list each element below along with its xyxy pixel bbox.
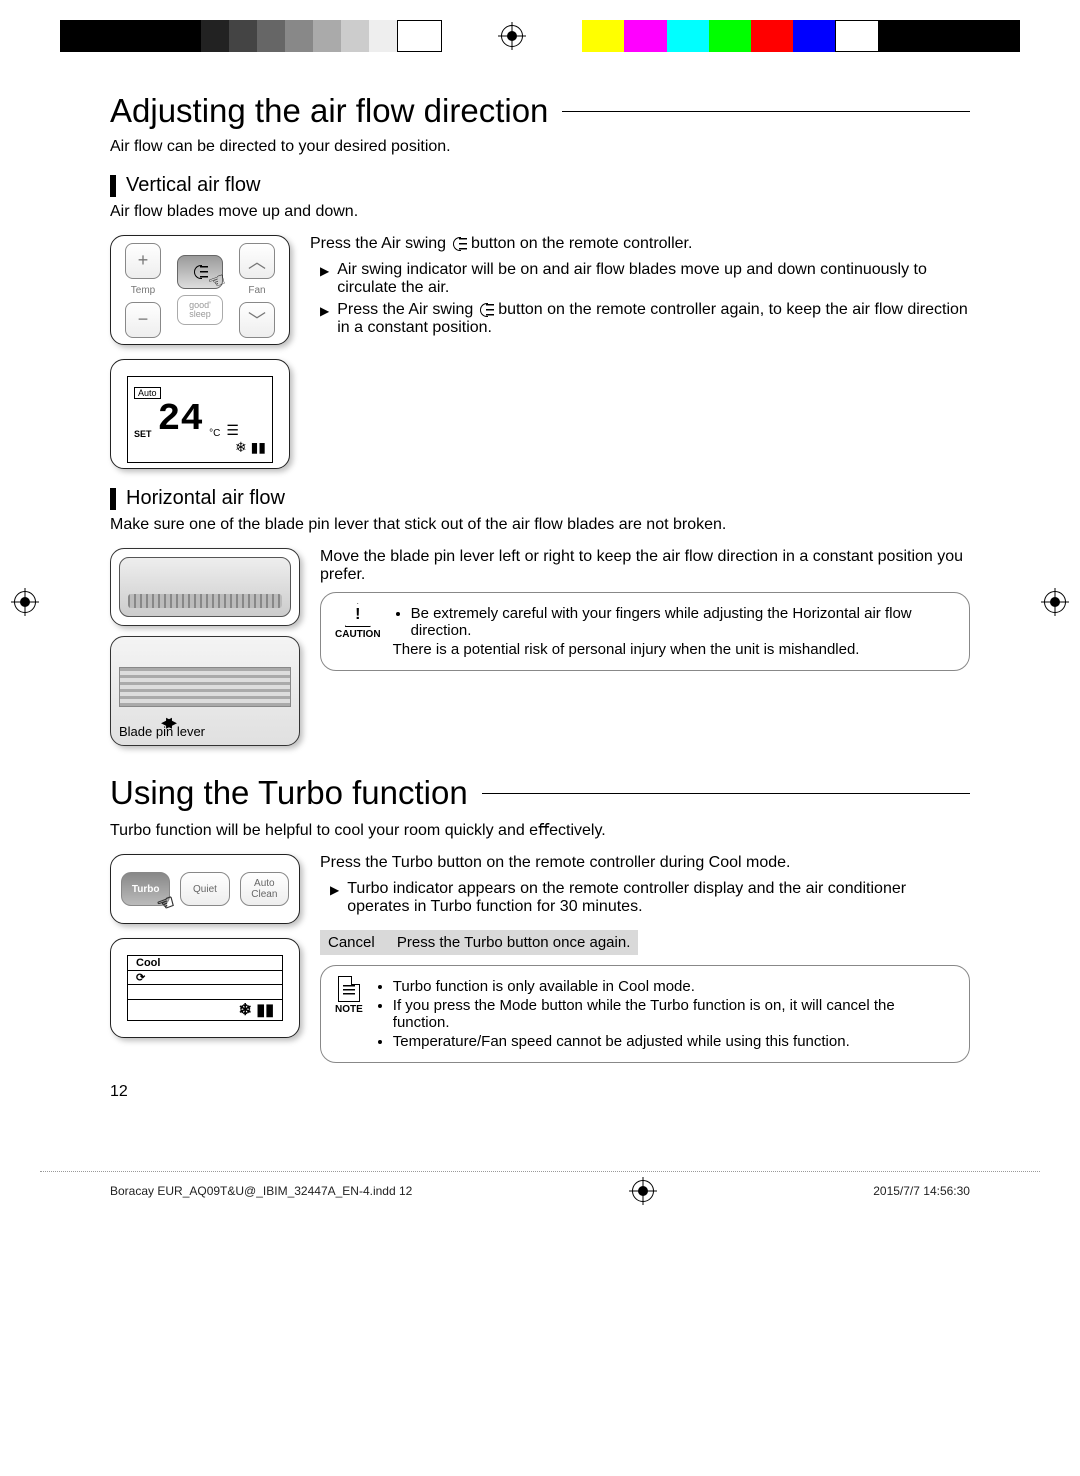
temp-up-button[interactable]: +	[125, 243, 161, 279]
triangle-bullet-icon: ▶	[330, 880, 339, 916]
registration-mark-left-icon	[14, 591, 36, 613]
footer-date: 2015/7/7 14:56:30	[873, 1184, 970, 1198]
lcd-temp-unit: °C	[209, 428, 220, 439]
section1-title: Adjusting the air ﬂow direction	[110, 92, 548, 130]
remote-figures: + Temp − ☜ good' sleep ︿ Fan ﹀	[110, 235, 290, 469]
vertical-bullet-1: Air swing indicator will be on and air ﬂ…	[337, 261, 970, 297]
turbo-lcd-figure: Cool ⟳ ❄ ▮▮	[110, 938, 300, 1038]
vertical-airflow-desc: Air ﬂow blades move up and down.	[110, 203, 970, 221]
note-text-2: If you press the Mode button while the T…	[393, 997, 955, 1031]
good-sleep-button[interactable]: good' sleep	[177, 295, 223, 325]
air-swing-inline-icon	[478, 303, 494, 317]
vertical-bullet-2: Press the Air swing button on the remote…	[337, 301, 970, 337]
sub-bar-icon	[110, 488, 116, 510]
pointer-hand-icon: ☜	[204, 267, 229, 297]
cancel-label: Cancel	[328, 934, 375, 951]
blade-pin-closeup-figure: ◂▸ Blade pin lever	[110, 636, 300, 746]
note-text-3: Temperature/Fan speed cannot be adjusted…	[393, 1033, 955, 1050]
lcd-swing-icon: ☰	[226, 422, 239, 439]
section2-intro: Turbo function will be helpful to cool y…	[110, 820, 970, 840]
caution-callout: ! CAUTION Be extremely careful with your…	[320, 592, 970, 671]
fan-label: Fan	[248, 285, 265, 296]
horizontal-airflow-desc: Make sure one of the blade pin lever tha…	[110, 516, 970, 534]
note-label: NOTE	[335, 1004, 363, 1015]
turbo-lead: Press the Turbo button on the remote con…	[320, 854, 970, 872]
print-color-bar	[60, 20, 1020, 52]
page-number: 12	[110, 1083, 970, 1101]
title-rule	[562, 111, 970, 112]
note-callout: NOTE Turbo function is only available in…	[320, 965, 970, 1063]
lcd-auto-indicator: Auto	[134, 387, 161, 399]
air-swing-button[interactable]: ☜	[177, 255, 223, 289]
section2-title: Using the Turbo function	[110, 774, 468, 812]
triangle-bullet-icon: ▶	[320, 261, 329, 297]
lcd-set-label: SET	[134, 429, 152, 439]
caution-text-2: There is a potential risk of personal in…	[393, 641, 955, 658]
lcd-temp-value: 24	[158, 401, 204, 439]
horizontal-lead: Move the blade pin lever left or right t…	[320, 548, 970, 584]
temp-label: Temp	[131, 285, 155, 296]
note-icon	[338, 976, 360, 1002]
lcd-fan-icon: ❄ ▮▮	[134, 439, 266, 456]
vertical-airflow-title: Vertical air ﬂow	[126, 174, 261, 197]
title-rule	[482, 793, 970, 794]
horizontal-airflow-title: Horizontal air ﬂow	[126, 487, 285, 510]
lcd-cool-indicator: Cool	[136, 957, 160, 969]
quiet-button[interactable]: Quiet	[180, 872, 229, 906]
registration-mark-footer-icon	[632, 1180, 654, 1202]
temp-down-button[interactable]: −	[125, 302, 161, 338]
turbo-bullet-1: Turbo indicator appears on the remote co…	[347, 880, 970, 916]
caution-text-1: Be extremely careful with your ﬁngers wh…	[411, 605, 955, 639]
air-swing-inline-icon	[451, 237, 467, 251]
print-footer: Boracay EUR_AQ09T&U@_IBIM_32447A_EN-4.in…	[40, 1171, 1040, 1202]
triangle-bullet-icon: ▶	[320, 301, 329, 337]
pointer-hand-icon: ☜	[154, 891, 178, 918]
turbo-figures: Turbo ☜ Quiet Auto Clean Cool ⟳ ❄ ▮▮	[110, 854, 300, 1038]
fan-down-button[interactable]: ﹀	[239, 302, 275, 338]
section1-intro: Air ﬂow can be directed to your desired …	[110, 138, 970, 156]
lcd-fan-icon: ❄ ▮▮	[239, 1000, 274, 1020]
sub-bar-icon	[110, 175, 116, 197]
note-text-1: Turbo function is only available in Cool…	[393, 978, 955, 995]
ac-unit-figure	[110, 548, 300, 626]
footer-file: Boracay EUR_AQ09T&U@_IBIM_32447A_EN-4.in…	[110, 1184, 412, 1198]
turbo-button[interactable]: Turbo ☜	[121, 872, 170, 906]
registration-mark-right-icon	[1044, 591, 1066, 613]
lcd-turbo-icon: ⟳	[136, 971, 145, 984]
unit-figures: ◂▸ Blade pin lever	[110, 548, 300, 746]
fan-up-button[interactable]: ︿	[239, 243, 275, 279]
blade-pin-label: Blade pin lever	[119, 724, 205, 739]
auto-clean-button[interactable]: Auto Clean	[240, 872, 289, 906]
turbo-remote-figure: Turbo ☜ Quiet Auto Clean	[110, 854, 300, 924]
caution-label: CAUTION	[335, 629, 381, 640]
vertical-lead: Press the Air swing button on the remote…	[310, 235, 970, 253]
remote-lcd-figure: Auto SET 24 °C ☰ ❄ ▮▮	[110, 359, 290, 469]
registration-mark-icon	[501, 25, 523, 47]
cancel-text: Press the Turbo button once again.	[397, 934, 631, 951]
remote-top-figure: + Temp − ☜ good' sleep ︿ Fan ﹀	[110, 235, 290, 345]
caution-icon: !	[345, 603, 371, 627]
cancel-strip: Cancel Press the Turbo button once again…	[320, 930, 638, 955]
